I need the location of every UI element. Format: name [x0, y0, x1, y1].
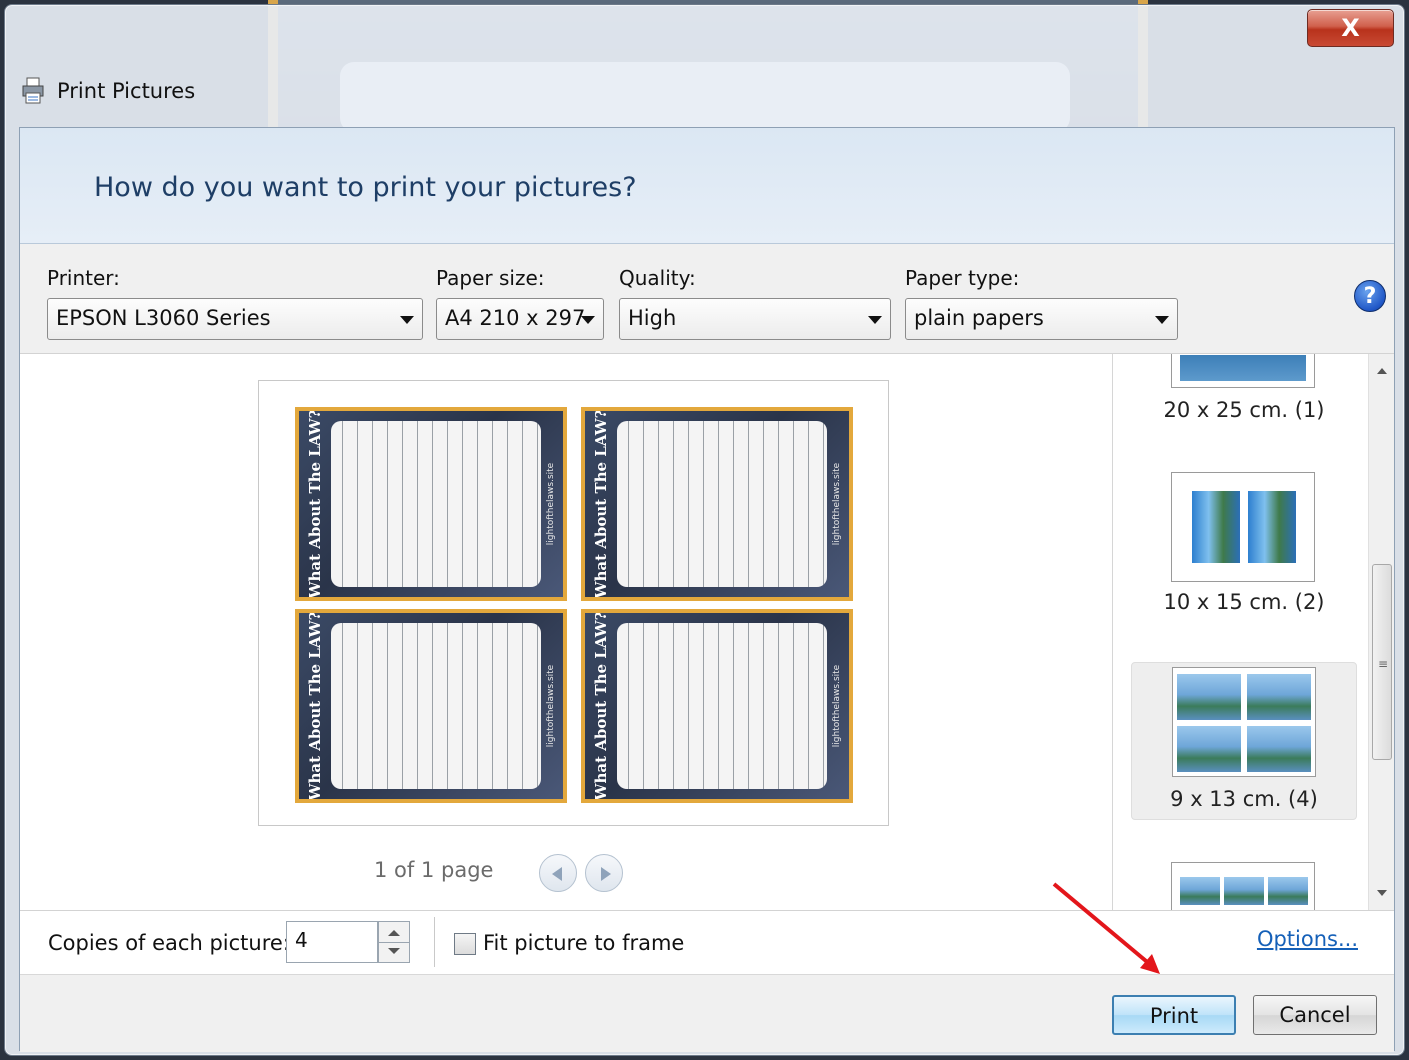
- scroll-up-icon[interactable]: [1377, 368, 1387, 374]
- scroll-thumb[interactable]: ≡: [1372, 564, 1392, 760]
- layout-item-9x13[interactable]: 9 x 13 cm. (4): [1131, 662, 1357, 820]
- print-options-row: Printer: EPSON L3060 Series Paper size: …: [20, 244, 1394, 354]
- copies-label: Copies of each picture:: [48, 931, 290, 955]
- title-bar: Print Pictures X: [5, 5, 1404, 127]
- close-button[interactable]: X: [1307, 9, 1394, 47]
- card-text-panel: [331, 421, 541, 587]
- chevron-down-icon: [400, 316, 414, 324]
- card-title: What About The LAW?: [306, 409, 324, 599]
- fit-picture-checkbox[interactable]: [454, 933, 476, 955]
- copies-spinner[interactable]: [378, 921, 410, 963]
- layout-thumbnail: [1171, 354, 1315, 388]
- quality-label: Quality:: [619, 266, 696, 290]
- arrow-left-icon: [552, 867, 562, 881]
- printer-value: EPSON L3060 Series: [56, 306, 271, 330]
- page-title: How do you want to print your pictures?: [94, 172, 637, 203]
- printer-dropdown[interactable]: EPSON L3060 Series: [47, 298, 423, 340]
- card-title: What About The LAW?: [592, 409, 610, 599]
- preview-card: What About The LAW? lightofthelaws.site: [295, 407, 567, 601]
- dialog-footer: Print Cancel: [20, 974, 1394, 1052]
- help-icon[interactable]: ?: [1354, 280, 1386, 312]
- layout-thumbnail: [1171, 472, 1315, 582]
- preview-card: What About The LAW? lightofthelaws.site: [581, 407, 853, 601]
- layouts-scrollbar[interactable]: ≡: [1368, 354, 1394, 910]
- prev-page-button[interactable]: [539, 854, 577, 892]
- copies-row: Copies of each picture: 4 Fit picture to…: [20, 910, 1394, 974]
- dialog-client-area: How do you want to print your pictures? …: [19, 127, 1395, 1052]
- header-band: How do you want to print your pictures?: [20, 128, 1394, 244]
- spinner-up-icon[interactable]: [388, 930, 400, 936]
- card-text-panel: [617, 623, 827, 789]
- layout-item-more[interactable]: [1131, 862, 1357, 910]
- paper-type-dropdown[interactable]: plain papers: [905, 298, 1178, 340]
- layout-thumbnail: [1171, 862, 1315, 910]
- chevron-down-icon: [581, 316, 595, 324]
- printer-icon: [22, 77, 44, 104]
- page-indicator: 1 of 1 page: [374, 858, 494, 882]
- paper-type-value: plain papers: [914, 306, 1044, 330]
- print-button[interactable]: Print: [1112, 995, 1236, 1035]
- spinner-down-icon[interactable]: [388, 948, 400, 954]
- chevron-down-icon: [868, 316, 882, 324]
- next-page-button[interactable]: [585, 854, 623, 892]
- separator: [434, 917, 435, 967]
- scroll-down-icon[interactable]: [1377, 890, 1387, 896]
- layout-label: 9 x 13 cm. (4): [1170, 787, 1318, 811]
- preview-area: What About The LAW? lightofthelaws.site …: [20, 354, 1112, 910]
- card-title: What About The LAW?: [306, 611, 324, 801]
- print-pictures-dialog: Print Pictures X How do you want to prin…: [4, 4, 1405, 1056]
- cancel-button[interactable]: Cancel: [1253, 995, 1377, 1035]
- preview-card: What About The LAW? lightofthelaws.site: [295, 609, 567, 803]
- layouts-list[interactable]: 20 x 25 cm. (1) 10 x 15 cm. (2) 9 x 13 c: [1112, 354, 1394, 910]
- quality-value: High: [628, 306, 677, 330]
- card-text-panel: [617, 421, 827, 587]
- paper-size-dropdown[interactable]: A4 210 x 297: [436, 298, 604, 340]
- printer-label: Printer:: [47, 266, 120, 290]
- layout-label: 20 x 25 cm. (1): [1163, 398, 1325, 422]
- layout-label: 10 x 15 cm. (2): [1163, 590, 1325, 614]
- card-text-panel: [331, 623, 541, 789]
- preview-card: What About The LAW? lightofthelaws.site: [581, 609, 853, 803]
- card-site: lightofthelaws.site: [546, 664, 556, 748]
- scroll-grip-icon: ≡: [1378, 657, 1389, 671]
- card-site: lightofthelaws.site: [832, 462, 842, 546]
- options-link[interactable]: Options...: [1257, 927, 1358, 951]
- chevron-down-icon: [1155, 316, 1169, 324]
- card-title: What About The LAW?: [592, 611, 610, 801]
- card-site: lightofthelaws.site: [546, 462, 556, 546]
- layout-item-10x15[interactable]: 10 x 15 cm. (2): [1131, 472, 1357, 630]
- close-icon: X: [1341, 14, 1360, 42]
- quality-dropdown[interactable]: High: [619, 298, 891, 340]
- arrow-right-icon: [601, 867, 611, 881]
- card-site: lightofthelaws.site: [832, 664, 842, 748]
- paper-size-value: A4 210 x 297: [445, 306, 586, 330]
- paper-type-label: Paper type:: [905, 266, 1020, 290]
- layout-item-20x25[interactable]: 20 x 25 cm. (1): [1131, 354, 1357, 472]
- window-title: Print Pictures: [57, 79, 196, 103]
- paper-size-label: Paper size:: [436, 266, 545, 290]
- preview-page: What About The LAW? lightofthelaws.site …: [258, 380, 889, 826]
- fit-picture-label[interactable]: Fit picture to frame: [483, 931, 684, 955]
- copies-input[interactable]: 4: [286, 921, 378, 963]
- layout-thumbnail: [1172, 667, 1316, 777]
